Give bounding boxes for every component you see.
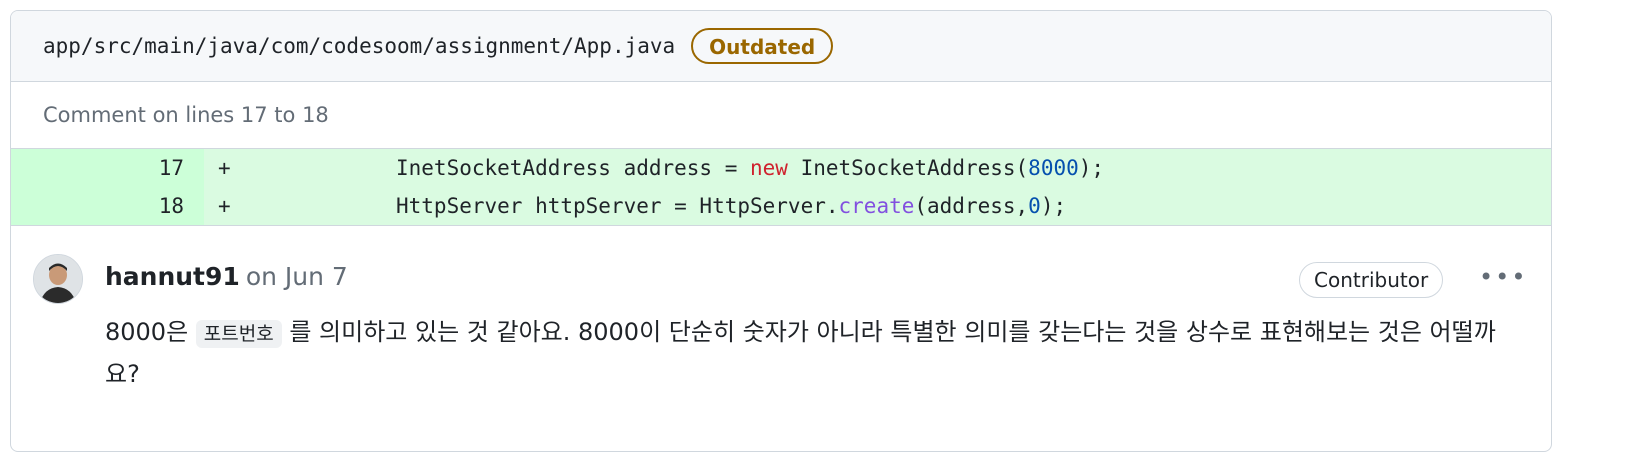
comment-text: 를 의미하고 있는 것 같아요. 8000이 단순히 숫자가 아니라 특별한 의… — [105, 318, 1496, 388]
inline-code: 포트번호 — [195, 320, 282, 348]
code-line: HttpServer httpServer = HttpServer.creat… — [256, 194, 1066, 218]
code-token: InetSocketAddress address = — [396, 156, 751, 180]
comment: hannut91 on Jun 7 Contributor ••• 8000은 포… — [11, 226, 1551, 426]
code-token: (address, — [914, 194, 1029, 218]
code-token: ); — [1040, 194, 1067, 218]
author-link[interactable]: hannut91 — [105, 262, 240, 291]
comment-header: hannut91 on Jun 7 — [105, 262, 348, 291]
diff-line-17: 17 + InetSocketAddress address = new Ine… — [11, 149, 1551, 187]
more-options-icon[interactable]: ••• — [1479, 262, 1525, 298]
code-token: create — [838, 194, 915, 218]
code-token: 8000 — [1028, 156, 1079, 180]
avatar-image — [34, 255, 82, 303]
file-path-link[interactable]: app/src/main/java/com/codesoom/assignmen… — [43, 34, 675, 58]
line-number[interactable]: 18 — [11, 187, 204, 225]
diff-line-18: 18 + HttpServer httpServer = HttpServer.… — [11, 187, 1551, 225]
outdated-badge: Outdated — [691, 28, 834, 64]
file-header: app/src/main/java/com/codesoom/assignmen… — [11, 11, 1551, 81]
code-token: 0 — [1028, 194, 1041, 218]
code-token: InetSocketAddress( — [787, 156, 1029, 180]
code-token: ); — [1078, 156, 1105, 180]
comment-range-label: Comment on lines 17 to 18 — [11, 81, 1551, 148]
comment-date[interactable]: on Jun 7 — [246, 262, 348, 291]
addition-marker: + — [218, 156, 231, 180]
addition-marker: + — [218, 194, 231, 218]
contributor-badge: Contributor — [1299, 262, 1444, 298]
review-comment-card: app/src/main/java/com/codesoom/assignmen… — [10, 10, 1552, 452]
comment-text: 8000은 — [105, 318, 196, 346]
line-number[interactable]: 17 — [11, 149, 204, 187]
code-token: HttpServer httpServer = HttpServer. — [396, 194, 839, 218]
comment-body: 8000은 포트번호 를 의미하고 있는 것 같아요. 8000이 단순히 숫자… — [105, 312, 1525, 394]
code-token: new — [750, 156, 788, 180]
diff-hunk: 17 + InetSocketAddress address = new Ine… — [11, 148, 1551, 226]
avatar[interactable] — [33, 254, 83, 304]
code-line: InetSocketAddress address = new InetSock… — [256, 156, 1104, 180]
